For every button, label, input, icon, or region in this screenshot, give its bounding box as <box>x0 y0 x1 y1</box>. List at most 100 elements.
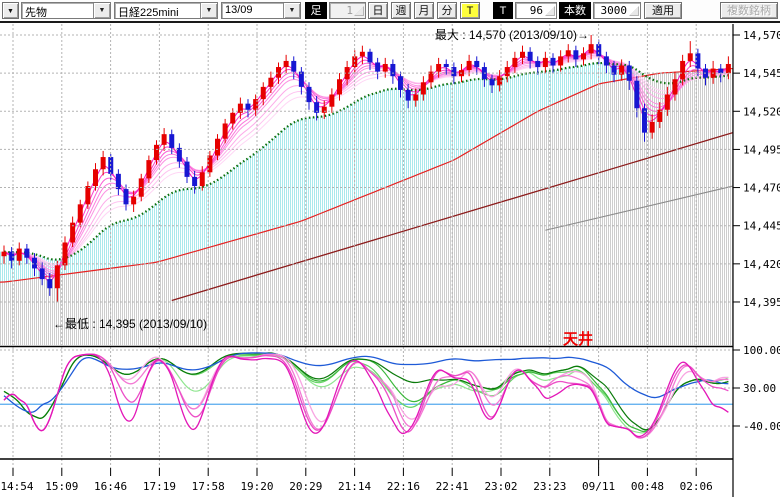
oscillator-green-line <box>4 355 728 433</box>
candle-body <box>673 79 678 94</box>
oscillator-panel <box>0 353 733 438</box>
candle-body <box>124 189 129 204</box>
candle-body <box>116 174 121 189</box>
tick-value-box <box>515 2 557 19</box>
time-axis-label: 23:02 <box>484 480 517 493</box>
chevron-down-icon[interactable]: ▼ <box>200 3 217 18</box>
time-axis-label: 15:09 <box>45 480 78 493</box>
chevron-down-icon: ▼ <box>7 8 14 15</box>
bar-type-label: 足 <box>305 2 327 19</box>
time-axis-label: 20:29 <box>289 480 322 493</box>
time-axis-label: 17:58 <box>192 480 225 493</box>
candle-body <box>55 265 60 288</box>
chevron-down-icon[interactable]: ▼ <box>283 3 300 18</box>
oscillator-green-line <box>4 353 728 430</box>
time-axis-label: 17:19 <box>143 480 176 493</box>
oscillator-axis-label: -40.00 <box>743 420 780 433</box>
candle-body <box>101 157 106 169</box>
price-axis-label: 14,545 <box>743 67 780 80</box>
period-minute-button[interactable]: 分 <box>437 2 457 19</box>
period-month-button[interactable]: 月 <box>414 2 434 19</box>
candle-body <box>444 64 449 67</box>
price-axis-label: 14,470 <box>743 182 780 195</box>
time-axis-label: 19:20 <box>240 480 273 493</box>
candle-body <box>680 61 685 79</box>
candle-body <box>558 56 563 65</box>
candle-body <box>246 104 251 110</box>
candle-body <box>634 81 639 108</box>
tick-count-label: T <box>493 2 513 19</box>
candle-body <box>329 94 334 106</box>
candle-body <box>192 177 197 186</box>
multi-symbol-button[interactable]: 複数銘柄 <box>720 2 778 19</box>
candle-body <box>535 61 540 67</box>
interval-input[interactable] <box>331 4 353 17</box>
price-axis-label: 14,520 <box>743 105 780 118</box>
candle-body <box>360 52 365 57</box>
period-tick-button[interactable]: T <box>460 2 480 19</box>
candle-body <box>726 64 731 73</box>
candle-body <box>40 268 45 279</box>
candle-body <box>85 186 90 204</box>
price-axis-label: 14,570 <box>743 29 780 42</box>
candle-body <box>512 58 517 67</box>
period-week-button[interactable]: 週 <box>391 2 411 19</box>
candle-body <box>154 145 159 160</box>
candle-body <box>307 87 312 102</box>
candle-body <box>390 64 395 76</box>
time-axis-label: 16:46 <box>94 480 127 493</box>
price-axis-label: 14,420 <box>743 258 780 271</box>
bar-count-box <box>593 2 641 19</box>
candle-body <box>230 113 235 124</box>
spinner-icon[interactable] <box>354 6 364 16</box>
price-axis-label: 14,445 <box>743 220 780 233</box>
candle-body <box>604 56 609 65</box>
price-panel <box>0 35 733 345</box>
candle-body <box>566 50 571 56</box>
price-and-oscillator-chart[interactable]: 14,570 14,545 14,520 14,495 14,470 14,445 14,4… <box>0 23 780 500</box>
candle-body <box>63 242 68 265</box>
spinner-icon[interactable] <box>629 6 639 16</box>
candle-body <box>299 72 304 87</box>
instrument-select[interactable]: 日経225mini ▼ <box>114 2 218 19</box>
candle-body <box>589 44 594 53</box>
candle-body <box>185 162 190 177</box>
candle-body <box>688 53 693 61</box>
chevron-down-icon[interactable]: ▼ <box>93 3 110 18</box>
apply-button[interactable]: 適用 <box>644 2 682 19</box>
candle-body <box>2 252 7 257</box>
candle-body <box>131 197 136 205</box>
candle-body <box>177 148 182 162</box>
candle-body <box>436 64 441 72</box>
bar-count-input[interactable] <box>595 4 627 17</box>
spinner-icon[interactable] <box>545 6 555 16</box>
candle-body <box>406 90 411 101</box>
candle-body <box>581 53 586 59</box>
candle-body <box>276 67 281 78</box>
oscillator-axis-label: 100.00 <box>743 344 780 357</box>
candle-body <box>169 134 174 148</box>
candle-body <box>284 61 289 67</box>
tick-value-input[interactable] <box>517 4 543 17</box>
instrument-type-select[interactable]: 先物 ▼ <box>21 2 111 19</box>
candle-body <box>162 134 167 145</box>
time-axis-label: 22:41 <box>436 480 469 493</box>
candle-body <box>474 61 479 67</box>
price-axis-label: 14,495 <box>743 143 780 156</box>
candle-body <box>32 258 37 269</box>
contract-month-select[interactable]: 13/09 ▼ <box>221 2 301 19</box>
time-axis-label: 00:48 <box>631 480 664 493</box>
candle-body <box>146 160 151 178</box>
toolbar: ▼ 先物 ▼ 日経225mini ▼ 13/09 ▼ 足 日 週 月 分 T T… <box>0 0 780 23</box>
candle-body <box>17 249 22 261</box>
time-axis-label: 21:14 <box>338 480 371 493</box>
candle-body <box>215 139 220 156</box>
ceiling-signal-label: 天井 <box>563 330 593 348</box>
period-day-button[interactable]: 日 <box>368 2 388 19</box>
candle-body <box>665 94 670 109</box>
time-axis-label: 14:54 <box>0 480 33 493</box>
instrument-value: 日経225mini <box>118 4 179 20</box>
candle-body <box>200 172 205 186</box>
collapse-dropdown-button[interactable]: ▼ <box>2 2 19 19</box>
bar-count-label: 本数 <box>559 2 591 19</box>
